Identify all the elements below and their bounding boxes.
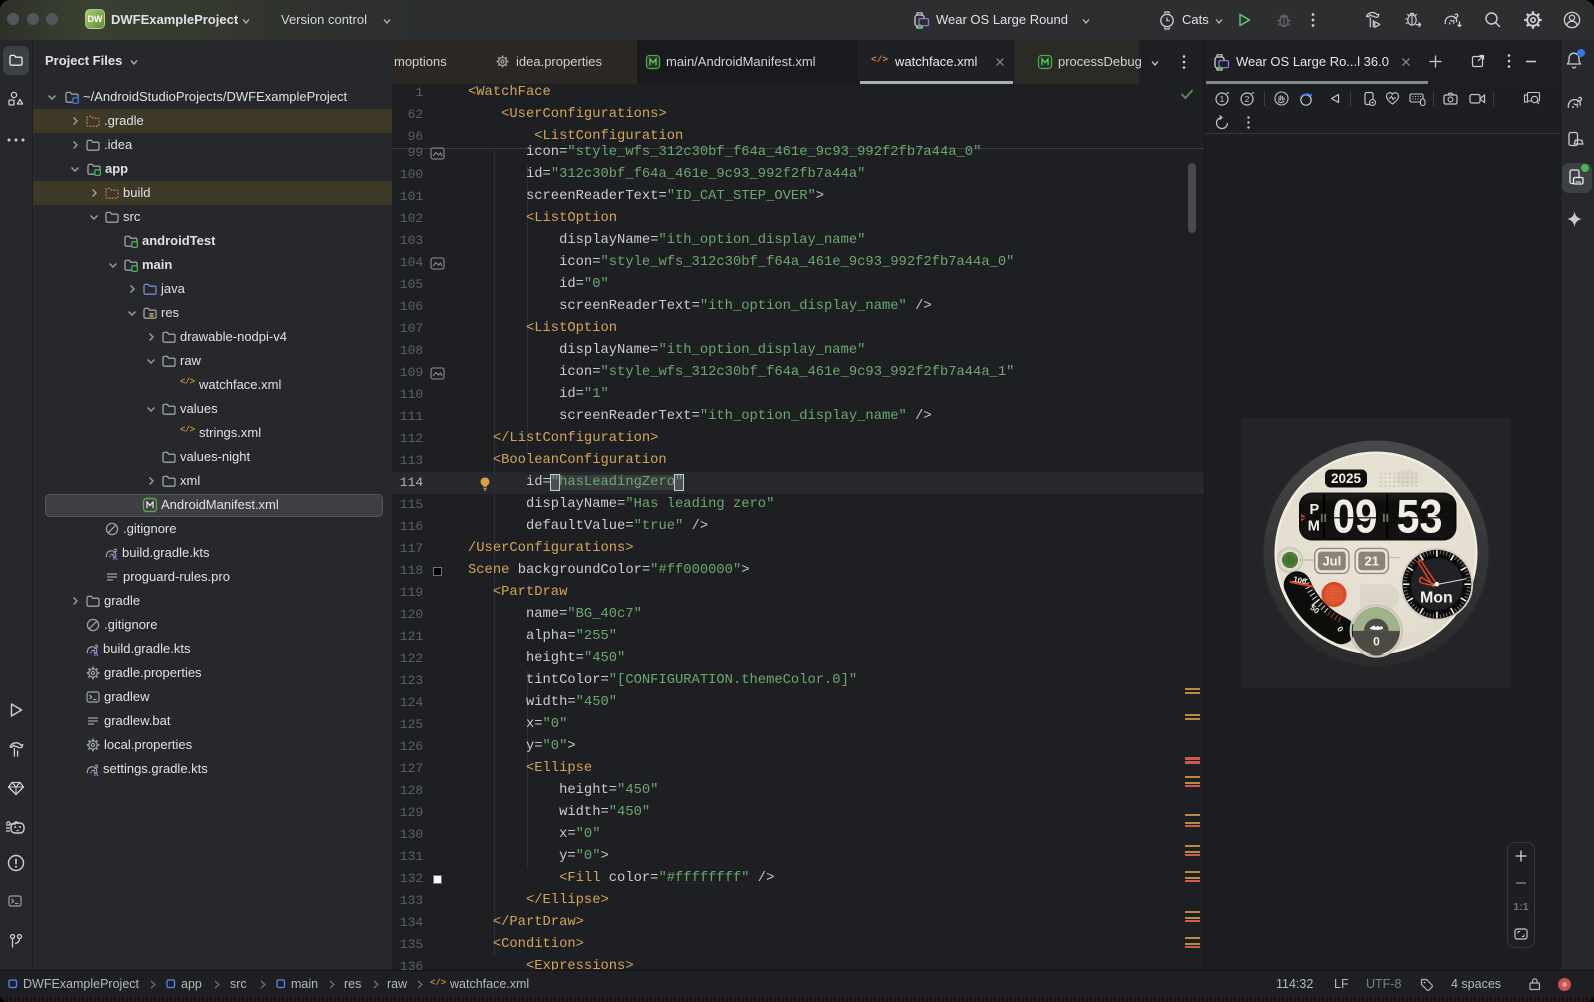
svg-text:2: 2 xyxy=(1245,94,1250,104)
svg-text:1: 1 xyxy=(1220,94,1225,104)
svg-text:0: 0 xyxy=(1373,635,1380,649)
svg-text:P: P xyxy=(1309,502,1319,518)
svg-text:53: 53 xyxy=(1397,490,1443,543)
svg-text:09: 09 xyxy=(1333,490,1378,543)
svg-text:Jul: Jul xyxy=(1322,554,1341,569)
svg-text:M: M xyxy=(1308,519,1320,535)
svg-text:2025: 2025 xyxy=(1331,471,1362,486)
svg-text:21: 21 xyxy=(1365,554,1379,569)
svg-text:Mon: Mon xyxy=(1420,590,1453,607)
